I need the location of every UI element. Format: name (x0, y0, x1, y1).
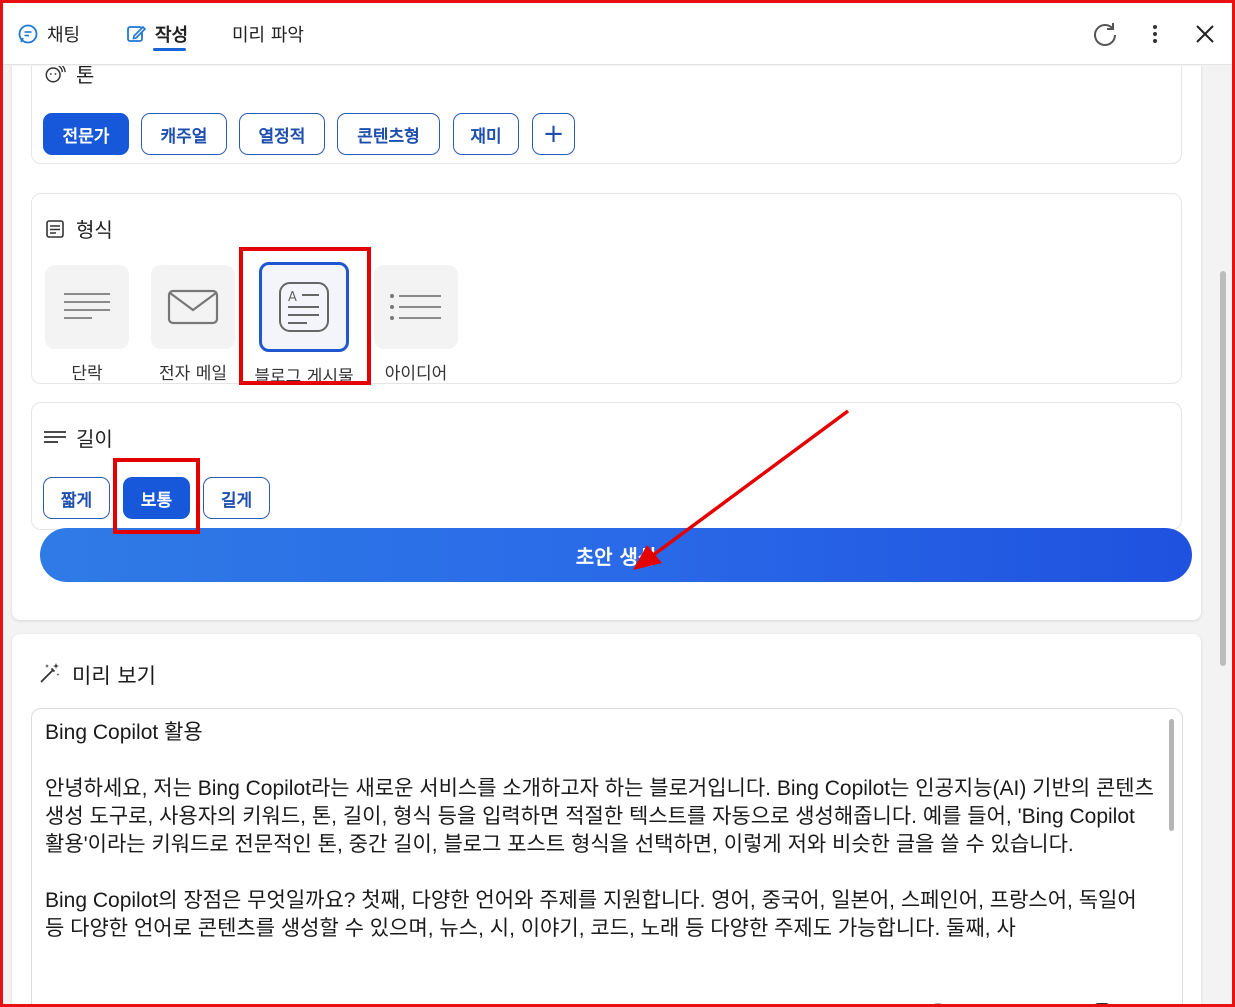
format-option-paragraph[interactable]: 단락 (37, 265, 137, 384)
edit-pencil-icon (125, 23, 147, 45)
preview-toolbar (882, 993, 1182, 1004)
tab-insights[interactable]: 미리 파악 (232, 3, 304, 65)
magic-wand-icon (38, 661, 62, 690)
preview-paragraph: Bing Copilot의 장점은 무엇일까요? 첫째, 다양한 언어와 주제를… (45, 889, 1137, 940)
tone-icon (44, 66, 66, 85)
tone-chip-label: 재미 (470, 126, 502, 147)
tone-chip-label: 콘텐츠형 (357, 126, 420, 147)
back-arrow-icon[interactable] (974, 997, 1010, 1004)
copy-icon[interactable] (1082, 997, 1118, 1004)
tone-chip-casual[interactable]: 캐주얼 (141, 113, 227, 155)
length-chip-label: 보통 (140, 490, 173, 511)
panel-scrollbar[interactable] (1220, 271, 1226, 666)
document-icon (44, 218, 66, 240)
preview-card: 미리 보기 Bing Copilot 활용 안녕하세요, 저는 Bing Cop… (12, 634, 1201, 1004)
refresh-icon[interactable] (1080, 9, 1130, 59)
compose-panel: 톤 전문가 캐주얼 열정적 콘텐츠형 재미 + 형식 단락 전자 메일 A 블로… (3, 66, 1232, 1004)
tab-compose[interactable]: 작성 (125, 3, 188, 65)
envelope-icon (151, 265, 235, 349)
tone-chip-label: 전문가 (62, 126, 110, 147)
preview-paragraph: Bing Copilot 활용 (45, 721, 203, 744)
format-section: 형식 단락 전자 메일 A 블로그 게시물 아이디어 (31, 193, 1182, 387)
tone-heading: 톤 (44, 66, 94, 88)
length-section: 길이 짧게 보통 길게 (31, 402, 1182, 530)
close-icon[interactable] (1180, 9, 1230, 59)
more-vertical-icon[interactable] (1130, 9, 1180, 59)
preview-paragraph: 안녕하세요, 저는 Bing Copilot라는 새로운 서비스를 소개하고자 … (45, 777, 1154, 856)
format-option-ideas[interactable]: 아이디어 (366, 265, 466, 384)
tone-chip-content[interactable]: 콘텐츠형 (337, 113, 440, 155)
generate-draft-button[interactable]: 초안 생성 (40, 528, 1192, 582)
text-lines-icon (44, 427, 66, 449)
tone-chip-label: 캐주얼 (160, 126, 208, 147)
chat-bubble-icon (17, 23, 39, 45)
svg-text:A: A (288, 290, 297, 305)
length-chip-medium[interactable]: 보통 (123, 477, 190, 519)
preview-scrollbar[interactable] (1169, 719, 1174, 831)
plus-icon: + (542, 119, 565, 149)
format-option-label: 단락 (71, 364, 103, 384)
tone-section: 톤 전문가 캐주얼 열정적 콘텐츠형 재미 + (31, 66, 1182, 164)
tone-chip-fun[interactable]: 재미 (453, 113, 519, 155)
format-heading: 형식 (44, 214, 113, 243)
format-title: 형식 (76, 218, 113, 242)
generate-draft-label: 초안 생성 (575, 544, 657, 569)
format-option-label: 아이디어 (384, 364, 448, 384)
regenerate-icon[interactable] (1136, 997, 1172, 1004)
length-chip-long[interactable]: 길게 (203, 477, 270, 519)
tone-chip-professional[interactable]: 전문가 (43, 113, 129, 155)
length-heading: 길이 (44, 423, 113, 452)
length-chip-label: 길게 (220, 490, 253, 511)
length-chip-label: 짧게 (60, 490, 93, 511)
format-option-label: 전자 메일 (159, 364, 227, 384)
header-actions (1080, 3, 1232, 65)
preview-heading: 미리 보기 (38, 660, 156, 690)
format-option-email[interactable]: 전자 메일 (143, 265, 243, 384)
blog-post-icon: A (259, 262, 349, 352)
top-bar: 채팅 작성 미리 파악 (3, 3, 1232, 65)
add-tone-button[interactable]: + (532, 113, 575, 155)
tone-chip-label: 열정적 (258, 126, 306, 147)
length-title: 길이 (76, 427, 113, 451)
options-card: 톤 전문가 캐주얼 열정적 콘텐츠형 재미 + 형식 단락 전자 메일 A 블로… (12, 66, 1201, 620)
stop-icon[interactable] (920, 997, 956, 1004)
preview-content: Bing Copilot 활용 안녕하세요, 저는 Bing Copilot라는… (45, 719, 1155, 971)
length-chip-short[interactable]: 짧게 (43, 477, 110, 519)
format-option-blog-post[interactable]: A 블로그 게시물 (254, 262, 354, 387)
preview-title: 미리 보기 (72, 664, 156, 688)
format-option-label: 블로그 게시물 (254, 367, 354, 387)
tone-title: 톤 (76, 66, 95, 87)
tab-chat-label: 채팅 (47, 25, 81, 46)
bullet-list-icon (374, 265, 458, 349)
paragraph-icon (45, 265, 129, 349)
tab-chat[interactable]: 채팅 (17, 3, 80, 65)
tab-insights-label: 미리 파악 (232, 25, 304, 46)
tab-compose-label: 작성 (155, 25, 189, 46)
forward-arrow-icon[interactable] (1028, 997, 1064, 1004)
preview-text-box[interactable]: Bing Copilot 활용 안녕하세요, 저는 Bing Copilot라는… (31, 708, 1183, 1004)
tone-chip-enthusiastic[interactable]: 열정적 (239, 113, 325, 155)
